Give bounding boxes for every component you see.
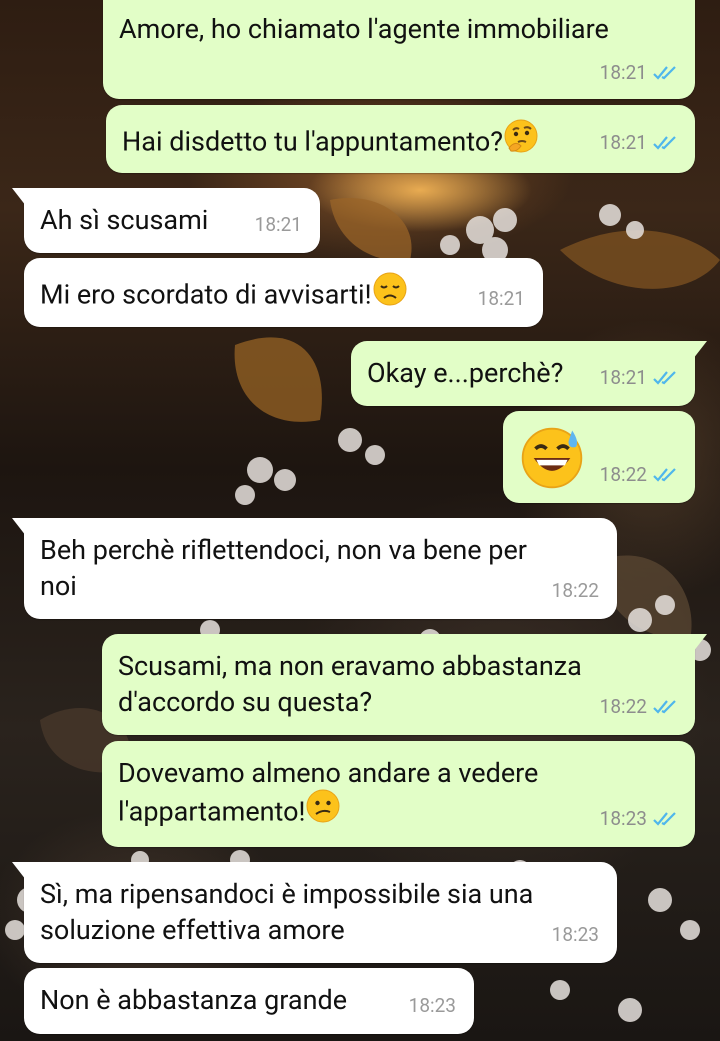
message-text-line: l'appartamento! [118,795,306,828]
message-time: 18:22 [551,579,599,602]
message-text-line: Dovevamo almeno andare a vedere [118,757,539,789]
message-time: 18:23 [408,994,456,1017]
message-time: 18:21 [254,213,302,236]
message-text: Non è abbastanza grande [40,984,348,1016]
message-text: Okay e...perchè? [367,357,564,389]
message-meta: 18:23 [552,917,599,953]
chat-message-list[interactable]: Amore, ho chiamato l'agente immobiliare … [0,0,720,1041]
incoming-message[interactable]: Beh perchè riflettendoci, non va bene pe… [12,518,617,619]
message-meta: 18:21 [600,360,681,396]
message-meta: 18:22 [552,573,599,609]
message-text-line: Scusami, ma non eravamo abbastanza [118,650,582,682]
message-time: 18:22 [599,463,647,486]
message-time: 18:23 [599,807,647,830]
confused-face-icon [305,788,341,833]
outgoing-message[interactable]: Dovevamo almeno andare a vedere l'appart… [102,741,695,847]
message-meta: 18:21 [255,207,302,243]
incoming-message[interactable]: Non è abbastanza grande 18:23 [24,968,474,1034]
message-meta: 18:22 [600,689,681,725]
message-text-line: Beh perchè riflettendoci, non va bene pe… [40,534,527,566]
disappointed-face-icon [372,271,408,316]
message-time: 18:21 [599,61,647,84]
message-time: 18:21 [599,366,647,389]
thinking-face-icon [503,118,539,163]
grinning-face-with-sweat-icon [519,425,585,500]
outgoing-message[interactable]: Okay e...perchè? 18:21 [351,341,707,406]
read-receipt-icon [653,468,676,482]
message-time: 18:21 [599,131,647,154]
message-meta: 18:21 [600,125,681,161]
message-meta: 18:23 [600,801,681,837]
message-meta: 18:22 [600,457,681,493]
message-text-line: d'accordo su questa? [118,686,373,718]
message-time: 18:22 [599,695,647,718]
read-receipt-icon [653,812,676,826]
message-time: 18:23 [551,923,599,946]
outgoing-message[interactable]: 18:22 [503,411,695,503]
message-meta: 18:21 [600,55,681,91]
read-receipt-icon [653,136,676,150]
message-text: Mi ero scordato di avvisarti! [40,278,372,311]
incoming-message[interactable]: Sì, ma ripensandoci è impossibile sia un… [12,862,617,963]
message-text-line: noi [40,570,77,602]
outgoing-message[interactable]: Amore, ho chiamato l'agente immobiliare … [103,0,695,99]
read-receipt-icon [653,66,676,80]
incoming-message[interactable]: Ah sì scusami 18:21 [12,188,320,253]
message-time: 18:21 [477,287,525,310]
message-text: Hai disdetto tu l'appuntamento? [122,125,503,158]
outgoing-message[interactable]: Scusami, ma non eravamo abbastanza d'acc… [102,634,707,735]
message-meta: 18:21 [478,281,525,317]
message-text-line: Sì, ma ripensandoci è impossibile sia un… [40,878,534,910]
read-receipt-icon [653,371,676,385]
read-receipt-icon [653,700,676,714]
incoming-message[interactable]: Mi ero scordato di avvisarti! 18:21 [24,258,543,327]
message-text: Ah sì scusami [40,204,209,236]
message-text: Amore, ho chiamato l'agente immobiliare [119,13,609,45]
outgoing-message[interactable]: Hai disdetto tu l'appuntamento? 18:21 [106,105,695,173]
message-meta: 18:23 [409,988,456,1024]
message-text-line: soluzione effettiva amore [40,914,345,946]
